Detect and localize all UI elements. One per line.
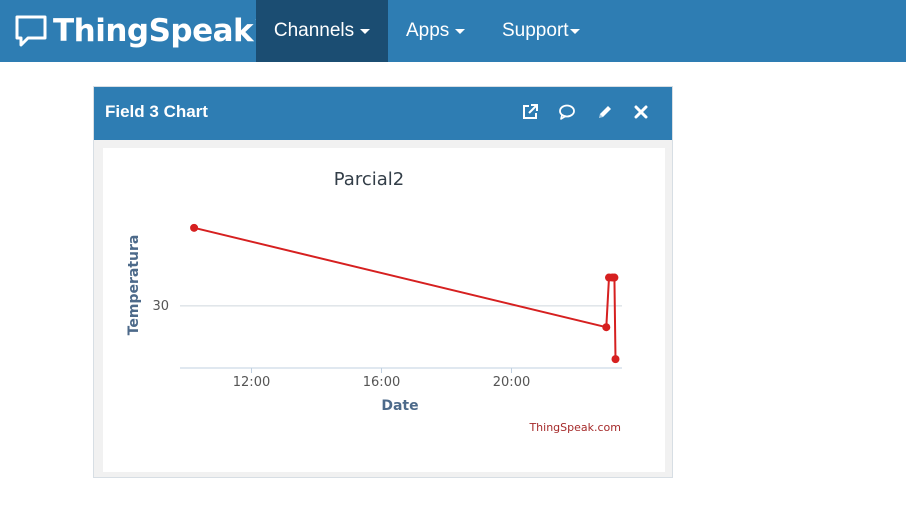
nav-channels-label: Channels bbox=[273, 20, 355, 41]
nav-channels[interactable]: Channels bbox=[256, 0, 388, 62]
line-chart: Parcial2 Temperatura Date ThingSpeak.com… bbox=[126, 169, 622, 434]
chevron-down-icon bbox=[360, 28, 371, 34]
chart-area: Parcial2 Temperatura Date ThingSpeak.com… bbox=[103, 148, 665, 472]
series-line bbox=[193, 226, 617, 360]
chevron-down-icon bbox=[569, 28, 580, 34]
nav-apps-label: Apps bbox=[406, 20, 450, 41]
panel-title: Field 3 Chart bbox=[105, 102, 208, 121]
y-axis-label: Temperatura bbox=[126, 235, 142, 336]
comment-icon[interactable] bbox=[558, 103, 576, 121]
data-point[interactable] bbox=[610, 273, 619, 282]
external-link-icon[interactable] bbox=[521, 103, 539, 121]
nav-support[interactable]: Support bbox=[502, 0, 580, 62]
navbar: ThingSpeak ™ Channels Apps Support bbox=[0, 0, 906, 62]
x-axis-label: Date bbox=[381, 398, 418, 414]
y-tick-label: 30 bbox=[152, 299, 169, 314]
speech-bubble-icon bbox=[15, 15, 47, 47]
chart-panel: Field 3 Chart Parcial2 Temperatura Date … bbox=[93, 86, 673, 478]
nav-support-label: Support bbox=[502, 20, 569, 41]
x-tick-label: 16:00 bbox=[363, 375, 400, 390]
close-icon[interactable] bbox=[632, 103, 650, 121]
chart-credit[interactable]: ThingSpeak.com bbox=[528, 421, 621, 434]
chevron-down-icon bbox=[455, 28, 466, 34]
brand-logo[interactable]: ThingSpeak ™ bbox=[14, 11, 266, 51]
brand-name: ThingSpeak bbox=[53, 13, 254, 49]
data-point[interactable] bbox=[602, 323, 611, 332]
pencil-icon[interactable] bbox=[596, 103, 614, 121]
data-point[interactable] bbox=[611, 355, 620, 364]
nav-apps[interactable]: Apps bbox=[406, 0, 466, 62]
x-tick-label: 12:00 bbox=[233, 375, 270, 390]
chart-title: Parcial2 bbox=[334, 169, 404, 190]
panel-header: Field 3 Chart bbox=[94, 87, 672, 140]
x-tick-label: 20:00 bbox=[493, 375, 530, 390]
data-point[interactable] bbox=[190, 223, 199, 232]
